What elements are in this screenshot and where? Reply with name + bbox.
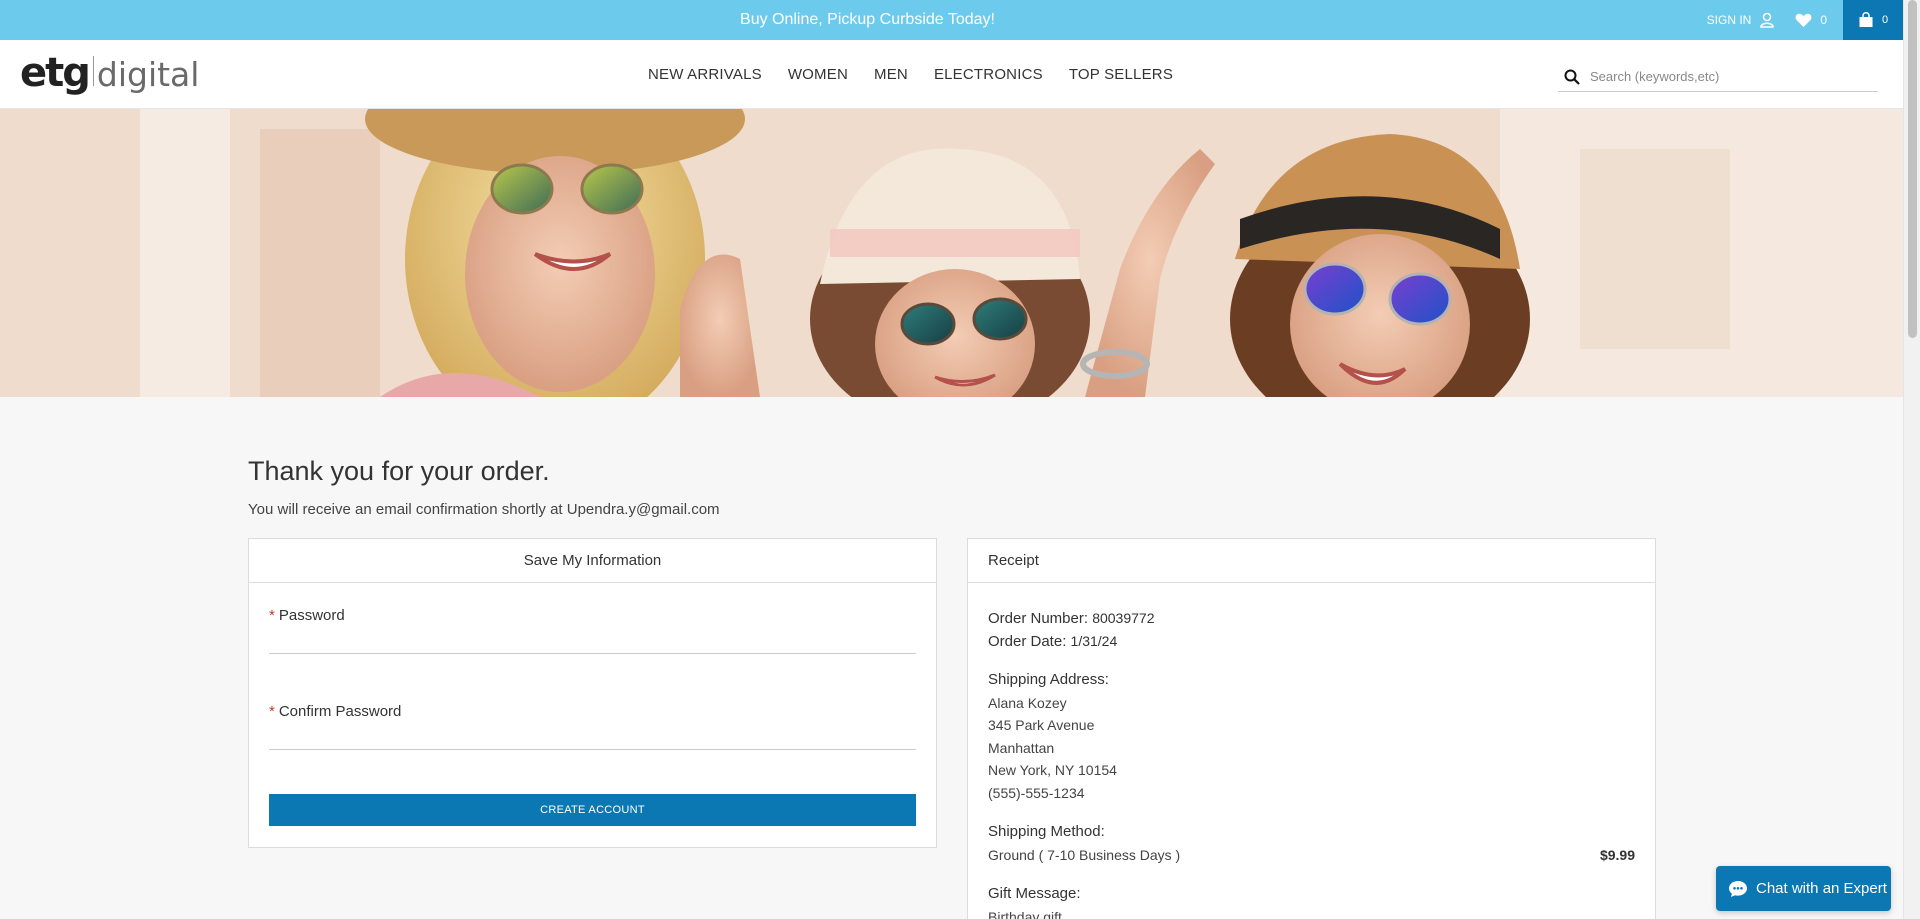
nav-women[interactable]: WOMEN	[788, 66, 848, 83]
hero-banner	[0, 109, 1903, 397]
order-number-row: Order Number: 80039772	[988, 607, 1635, 630]
sign-in-label: SIGN IN	[1706, 13, 1752, 27]
nav-top-sellers[interactable]: TOP SELLERS	[1069, 66, 1173, 83]
scrollbar-thumb[interactable]	[1908, 0, 1917, 338]
logo-divider	[92, 56, 94, 86]
wishlist-link[interactable]: 0	[1795, 13, 1827, 28]
order-number: 80039772	[1092, 610, 1155, 626]
account-bar: SIGN IN 0 0	[1707, 0, 1903, 40]
chat-with-expert-button[interactable]: Chat with an Expert	[1716, 866, 1891, 911]
gift-message: Birthday gift	[988, 908, 1062, 919]
wishlist-count: 0	[1820, 13, 1827, 27]
nav-new-arrivals[interactable]: NEW ARRIVALS	[648, 66, 762, 83]
shipping-address-label: Shipping Address:	[988, 671, 1109, 688]
required-marker: *	[269, 703, 275, 720]
order-date-label: Order Date:	[988, 632, 1067, 650]
password-field[interactable]: * Password	[269, 607, 916, 654]
logo[interactable]: etg digital	[20, 50, 199, 96]
search-box	[1558, 62, 1878, 92]
confirm-password-label-text: Confirm Password	[278, 703, 402, 720]
main-nav: NEW ARRIVALS WOMEN MEN ELECTRONICS TOP S…	[648, 40, 1199, 109]
address-line: New York, NY 10154	[988, 762, 1117, 778]
promo-text: Buy Online, Pickup Curbside Today!	[740, 11, 995, 28]
confirmation-section: Thank you for your order. You will recei…	[248, 456, 1656, 518]
chat-bubble-icon	[1729, 880, 1747, 897]
hero-image	[0, 109, 1903, 397]
confirm-password-label: * Confirm Password	[269, 703, 401, 720]
address-line: Manhattan	[988, 739, 1055, 756]
password-label: * Password	[269, 607, 345, 624]
promo-bar: Buy Online, Pickup Curbside Today! SIGN …	[0, 0, 1903, 40]
save-information-heading: Save My Information	[249, 539, 936, 583]
address-line: Alana Kozey	[988, 694, 1067, 711]
shipping-price: $9.99	[1599, 846, 1635, 863]
nav-electronics[interactable]: ELECTRONICS	[934, 66, 1043, 83]
order-date: 1/31/24	[1070, 632, 1118, 649]
search-icon[interactable]	[1564, 69, 1580, 85]
cart-button[interactable]: 0	[1843, 0, 1903, 40]
page-scrollbar[interactable]	[1903, 0, 1920, 919]
user-icon	[1760, 12, 1775, 28]
cart-count: 0	[1881, 14, 1889, 26]
shopping-bag-icon	[1859, 12, 1873, 27]
confirm-password-field[interactable]: * Confirm Password	[269, 703, 916, 750]
password-input[interactable]	[269, 653, 916, 654]
sign-in-link[interactable]: SIGN IN	[1707, 12, 1776, 28]
shipping-method: Ground ( 7-10 Business Days )	[988, 846, 1181, 863]
page-title: Thank you for your order.	[248, 456, 550, 486]
search-input[interactable]	[1590, 69, 1870, 84]
address-line: 345 Park Avenue	[988, 717, 1095, 733]
confirm-password-input[interactable]	[269, 749, 916, 750]
gift-message-label: Gift Message:	[988, 885, 1081, 902]
logo-brand: etg	[20, 50, 91, 96]
nav-men[interactable]: MEN	[874, 66, 908, 83]
shipping-method-row: Ground ( 7-10 Business Days ) $9.99	[988, 844, 1635, 867]
create-account-button[interactable]: CREATE ACCOUNT	[269, 794, 916, 826]
site-header: etg digital NEW ARRIVALS WOMEN MEN ELECT…	[0, 40, 1903, 109]
shipping-method-label: Shipping Method:	[988, 823, 1105, 840]
required-marker: *	[269, 607, 275, 624]
receipt-heading: Receipt	[968, 539, 1655, 583]
receipt-body: Order Number: 80039772 Order Date: 1/31/…	[988, 607, 1635, 919]
logo-word: digital	[96, 55, 200, 94]
heart-icon	[1795, 13, 1812, 27]
chat-label: Chat with an Expert	[1756, 880, 1887, 897]
save-information-panel: Save My Information * Password * Confirm P…	[248, 538, 937, 848]
order-date-row: Order Date: 1/31/24	[988, 630, 1635, 653]
password-label-text: Password	[278, 607, 345, 624]
order-number-label: Order Number:	[988, 610, 1089, 627]
address-line: (555)-555-1234	[988, 784, 1085, 801]
confirmation-message: You will receive an email confirmation s…	[248, 501, 720, 518]
receipt-panel: Receipt Order Number: 80039772 Order Dat…	[967, 538, 1656, 919]
